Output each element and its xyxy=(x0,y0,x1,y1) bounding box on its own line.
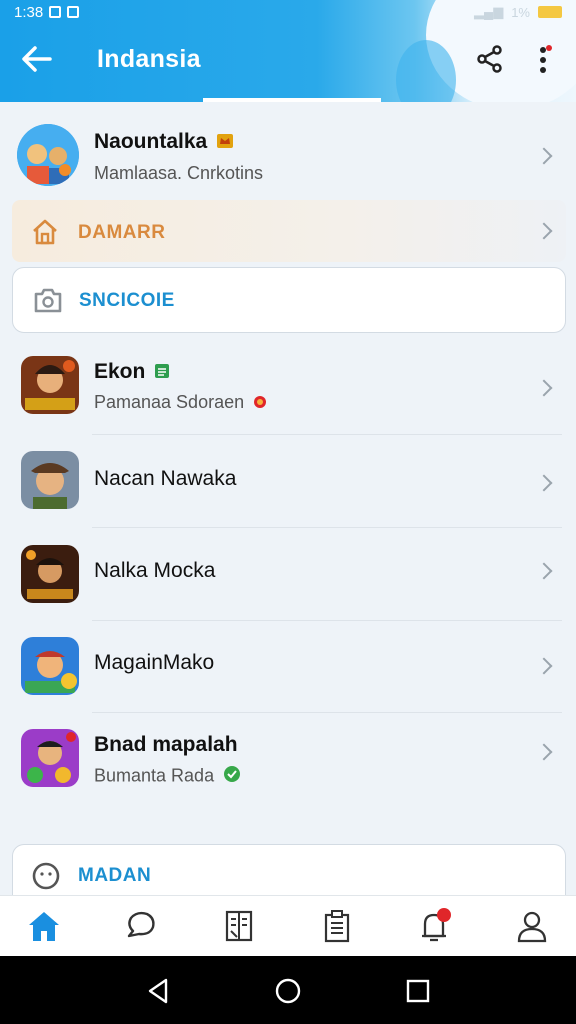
profile-avatar xyxy=(17,124,79,186)
tab-library[interactable] xyxy=(219,906,259,946)
list-item[interactable]: Bnad mapalah Bumanta Rada xyxy=(0,713,576,803)
list-item-name: Nacan Nawaka xyxy=(94,467,237,490)
list-item[interactable]: Nacan Nawaka xyxy=(0,437,576,527)
tab-tasks[interactable] xyxy=(317,906,357,946)
home-icon xyxy=(29,912,59,941)
back-arrow-icon[interactable] xyxy=(20,44,54,74)
profile-icon xyxy=(517,911,547,943)
list-item[interactable]: MagainMako xyxy=(0,621,576,711)
game-avatar xyxy=(21,545,79,603)
chevron-right-icon xyxy=(535,474,553,492)
page-title: Indansia xyxy=(97,45,201,73)
game-avatar xyxy=(21,637,79,695)
notifications-icon xyxy=(422,908,451,942)
list-item-name: Nalka Mocka xyxy=(94,559,216,582)
home-circle-icon[interactable] xyxy=(273,976,303,1006)
chevron-right-icon xyxy=(535,222,553,240)
list-item[interactable]: Nalka Mocka xyxy=(0,529,576,619)
camera-card-label: SNCICOIE xyxy=(79,290,175,311)
list-item-name: MagainMako xyxy=(94,651,215,674)
chevron-right-icon xyxy=(535,743,553,761)
verified-check-icon xyxy=(223,765,241,788)
camera-icon xyxy=(34,288,62,313)
camera-card[interactable]: SNCICOIE xyxy=(12,267,566,333)
bottom-tab-bar xyxy=(0,895,576,956)
banner-row[interactable]: DAMARR xyxy=(12,200,566,262)
fire-badge-icon xyxy=(253,393,267,414)
game-avatar xyxy=(21,729,79,787)
battery-icon xyxy=(538,6,562,18)
game-avatar xyxy=(21,451,79,509)
book-icon xyxy=(225,910,253,942)
tab-profile[interactable] xyxy=(512,906,552,946)
tab-indicator xyxy=(203,98,381,102)
divider xyxy=(92,527,562,528)
bottom-card-label: MADAN xyxy=(78,865,152,886)
list-item-name: Ekon xyxy=(94,360,146,383)
battery-text: 1% xyxy=(511,4,530,20)
game-avatar xyxy=(21,356,79,414)
system-navigation-bar xyxy=(0,956,576,1024)
crown-badge-icon xyxy=(216,132,234,155)
list-item-name: Bnad mapalah xyxy=(94,733,238,756)
signal-icon: ▂▄▆ xyxy=(473,4,504,19)
status-bar: 1:38 ▂▄▆ 1% xyxy=(14,2,562,22)
profile-name: Naountalka xyxy=(94,130,208,153)
share-icon[interactable] xyxy=(476,45,504,73)
notification-icon xyxy=(67,6,80,18)
more-options-icon[interactable] xyxy=(532,44,554,76)
chevron-right-icon xyxy=(535,379,553,397)
divider xyxy=(92,434,562,435)
back-icon[interactable] xyxy=(144,976,174,1006)
smiley-icon xyxy=(32,862,60,890)
app-header: 1:38 ▂▄▆ 1% Indansia xyxy=(0,0,576,102)
chevron-right-icon xyxy=(535,657,553,675)
list-item[interactable]: Ekon Pamanaa Sdoraen xyxy=(0,345,576,433)
list-item-subtitle: Bumanta Rada xyxy=(94,765,241,788)
recents-icon[interactable] xyxy=(403,976,433,1006)
list-item-subtitle: Pamanaa Sdoraen xyxy=(94,392,267,414)
sim-icon xyxy=(49,6,62,18)
verified-badge-icon xyxy=(154,363,170,384)
banner-label: DAMARR xyxy=(78,222,166,243)
clipboard-icon xyxy=(324,910,350,943)
profile-row[interactable]: Naountalka Mamlaasa. Cnrkotins xyxy=(0,118,576,194)
tab-notifications[interactable] xyxy=(414,906,454,946)
chevron-right-icon xyxy=(535,147,553,165)
tab-chat[interactable] xyxy=(120,906,160,946)
house-icon xyxy=(33,219,57,245)
chevron-right-icon xyxy=(535,562,553,580)
tab-home[interactable] xyxy=(24,906,64,946)
chat-icon xyxy=(127,911,155,938)
profile-subtitle: Mamlaasa. Cnrkotins xyxy=(94,163,264,184)
status-time: 1:38 xyxy=(14,3,44,21)
